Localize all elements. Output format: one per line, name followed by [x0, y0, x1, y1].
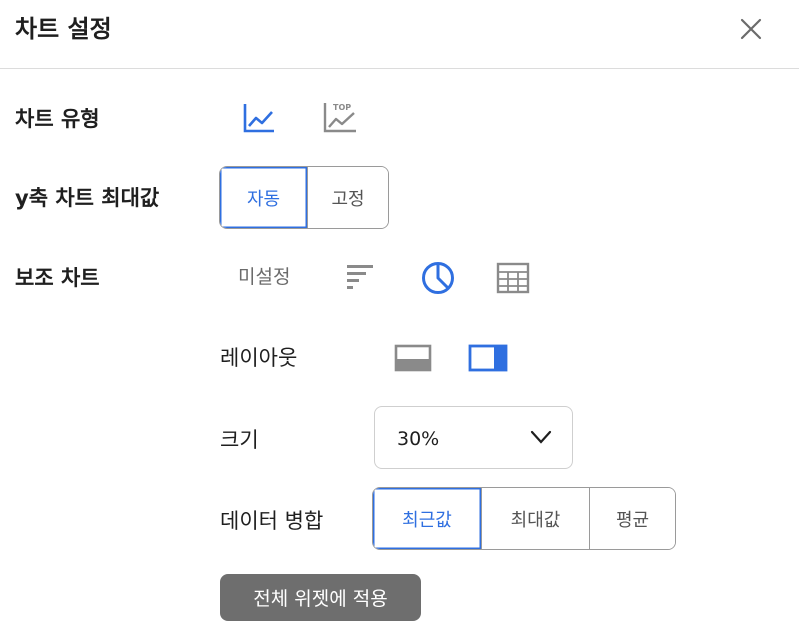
y-max-auto-option[interactable]: 자동 [220, 167, 307, 228]
sub-chart-label: 보조 차트 [15, 266, 100, 290]
dialog-title: 차트 설정 [15, 15, 112, 43]
y-max-label: y축 차트 최대값 [15, 186, 160, 210]
top-line-chart-icon[interactable]: TOP [322, 100, 358, 134]
y-max-fixed-option[interactable]: 고정 [307, 167, 388, 228]
size-label: 크기 [220, 428, 259, 452]
merge-toggle: 최근값 최대값 평균 [372, 487, 676, 550]
pie-chart-icon[interactable] [420, 260, 456, 296]
layout-bottom-icon[interactable] [394, 344, 432, 372]
layout-label: 레이아웃 [220, 346, 298, 370]
top-badge-text: TOP [333, 103, 351, 112]
dialog-header: 차트 설정 [0, 0, 799, 69]
sub-chart-unset-option[interactable]: 미설정 [238, 262, 290, 289]
merge-latest-option[interactable]: 최근값 [373, 488, 481, 549]
line-chart-icon[interactable] [242, 102, 276, 134]
merge-label: 데이터 병합 [220, 509, 324, 533]
bar-list-icon[interactable] [345, 262, 375, 292]
merge-average-option[interactable]: 평균 [589, 488, 675, 549]
apply-all-widgets-button[interactable]: 전체 위젯에 적용 [220, 574, 421, 621]
layout-right-icon[interactable] [468, 344, 508, 372]
table-icon[interactable] [496, 262, 530, 294]
merge-max-option[interactable]: 최대값 [481, 488, 589, 549]
size-select[interactable]: 30% [374, 406, 573, 469]
chevron-down-icon [530, 430, 552, 444]
close-icon[interactable] [737, 15, 765, 43]
size-select-value: 30% [397, 428, 440, 450]
y-max-toggle: 자동 고정 [219, 166, 389, 229]
chart-type-label: 차트 유형 [15, 107, 100, 131]
